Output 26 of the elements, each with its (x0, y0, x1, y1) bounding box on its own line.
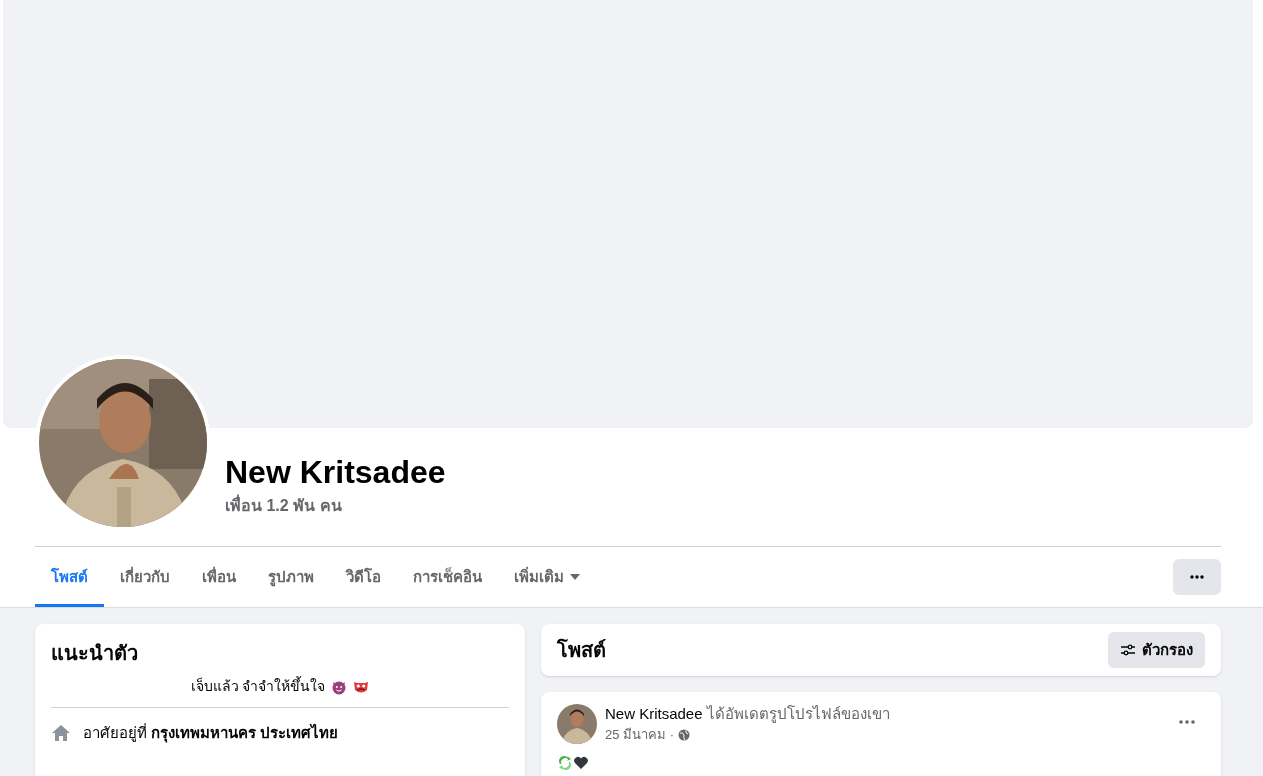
more-options-button[interactable] (1173, 559, 1221, 595)
recycle-icon (557, 754, 573, 771)
profile-tab[interactable]: เกี่ยวกับ (104, 547, 186, 607)
sliders-icon (1120, 644, 1136, 656)
profile-name: New Kritsadee (225, 453, 446, 492)
globe-icon (678, 728, 690, 741)
profile-tab[interactable]: เพื่อน (186, 547, 252, 607)
detail-text: อาศัยอยู่ที่ กรุงเทพมหานคร ประเทศไทย (83, 722, 339, 745)
card-title: แนะนำตัว (51, 641, 139, 666)
heart-icon (573, 754, 589, 771)
section-title: โพสต์ (557, 637, 606, 663)
profile-tab[interactable]: โพสต์ (35, 547, 104, 607)
caret-icon (570, 574, 580, 580)
friends-count: เพื่อน 1.2 พัน คน (225, 494, 446, 518)
profile-tab[interactable]: การเช็คอิน (397, 547, 498, 607)
ellipsis-icon[interactable] (1179, 720, 1195, 724)
profile-tab[interactable]: เพิ่มเติม (498, 547, 596, 607)
filter-button[interactable]: ตัวกรอง (1108, 632, 1205, 668)
ellipsis-icon (1190, 575, 1204, 579)
profile-tab[interactable]: รูปภาพ (252, 547, 330, 607)
post-date[interactable]: 25 มีนาคม · (605, 725, 674, 745)
home-icon (51, 723, 71, 744)
author-link[interactable]: New Kritsadee (605, 705, 703, 722)
bio-text: เจ็บแล้ว จำจำให้ขึ้นใจ (190, 676, 326, 696)
profile-tab[interactable]: วิดีโอ (330, 547, 397, 607)
post-action-text: ได้อัพเดตรูปโปรไฟล์ของเขา (706, 705, 890, 722)
